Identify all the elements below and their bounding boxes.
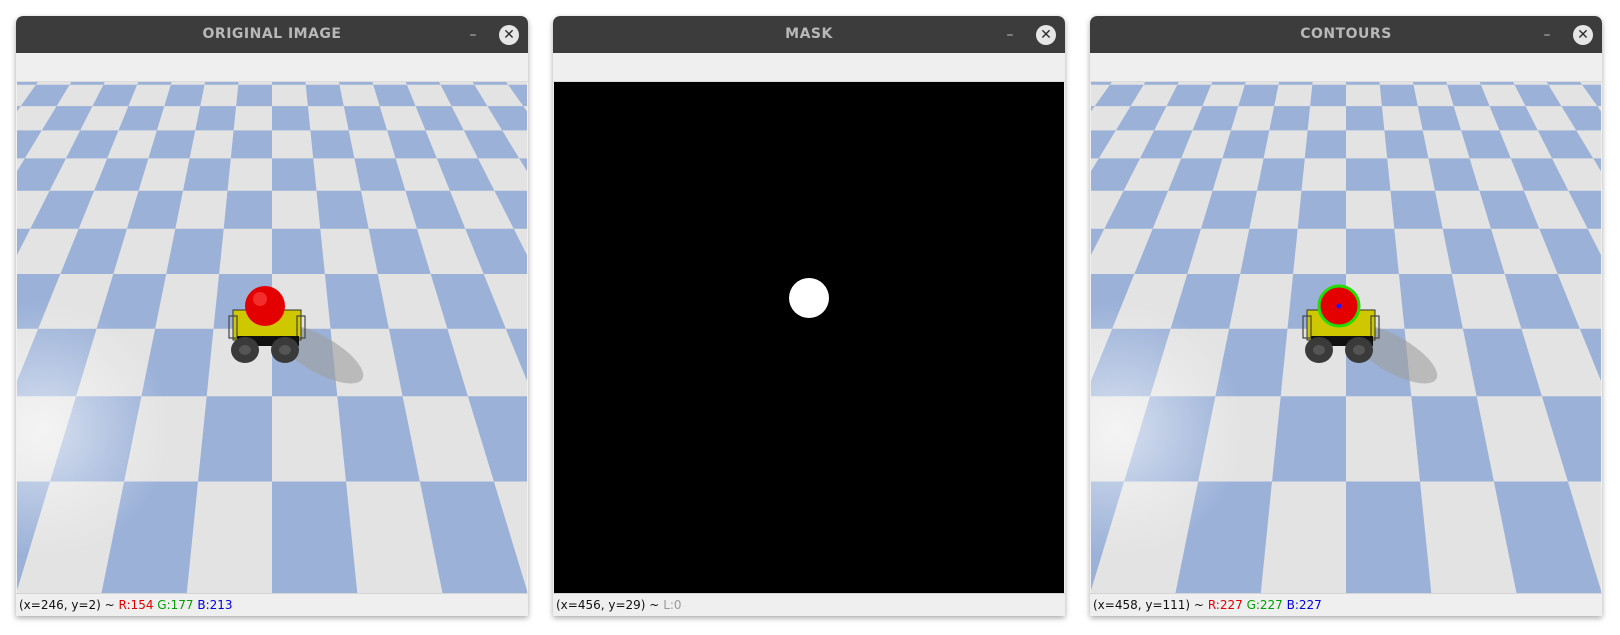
contours-window: CONTOURS – ✕ (x=458, y=111) ~ R:227 G:22… [1090,16,1602,616]
cursor-coords: (x=246, y=2) ~ [19,598,115,612]
close-icon[interactable]: ✕ [1573,25,1593,45]
title-bar[interactable]: CONTOURS – ✕ [1090,16,1602,53]
centroid-marker [1336,303,1342,309]
red-ball [245,286,285,326]
cursor-coords: (x=458, y=111) ~ [1093,598,1204,612]
toolbar [1090,53,1602,82]
status-bar: (x=456, y=29) ~ L:0 [553,593,1065,616]
green-value: G:177 [157,598,194,612]
status-bar: (x=246, y=2) ~ R:154 G:177 B:213 [16,593,528,616]
window-title: CONTOURS [1300,26,1392,42]
luminance-value: L:0 [663,598,682,612]
red-value: R:154 [118,598,154,612]
contours-canvas[interactable] [1091,82,1601,593]
mask-blob [789,278,829,318]
window-title: ORIGINAL IMAGE [202,26,342,42]
close-icon[interactable]: ✕ [499,25,519,45]
title-bar[interactable]: MASK – ✕ [553,16,1065,53]
cursor-coords: (x=456, y=29) ~ [556,598,660,612]
blue-value: B:213 [197,598,233,612]
original-image-window: ORIGINAL IMAGE – ✕ (x=246, y=2) ~ R:154 … [16,16,528,616]
mask-window: MASK – ✕ (x=456, y=29) ~ L:0 [553,16,1065,616]
mask-canvas[interactable] [554,82,1064,593]
toolbar [16,53,528,82]
toolbar [553,53,1065,82]
image-canvas[interactable] [17,82,527,593]
window-title: MASK [785,26,833,42]
minimize-icon[interactable]: – [462,24,484,46]
blue-value: B:227 [1286,598,1322,612]
minimize-icon[interactable]: – [1536,24,1558,46]
green-value: G:227 [1246,598,1283,612]
status-bar: (x=458, y=111) ~ R:227 G:227 B:227 [1090,593,1602,616]
red-value: R:227 [1207,598,1243,612]
title-bar[interactable]: ORIGINAL IMAGE – ✕ [16,16,528,53]
minimize-icon[interactable]: – [999,24,1021,46]
close-icon[interactable]: ✕ [1036,25,1056,45]
